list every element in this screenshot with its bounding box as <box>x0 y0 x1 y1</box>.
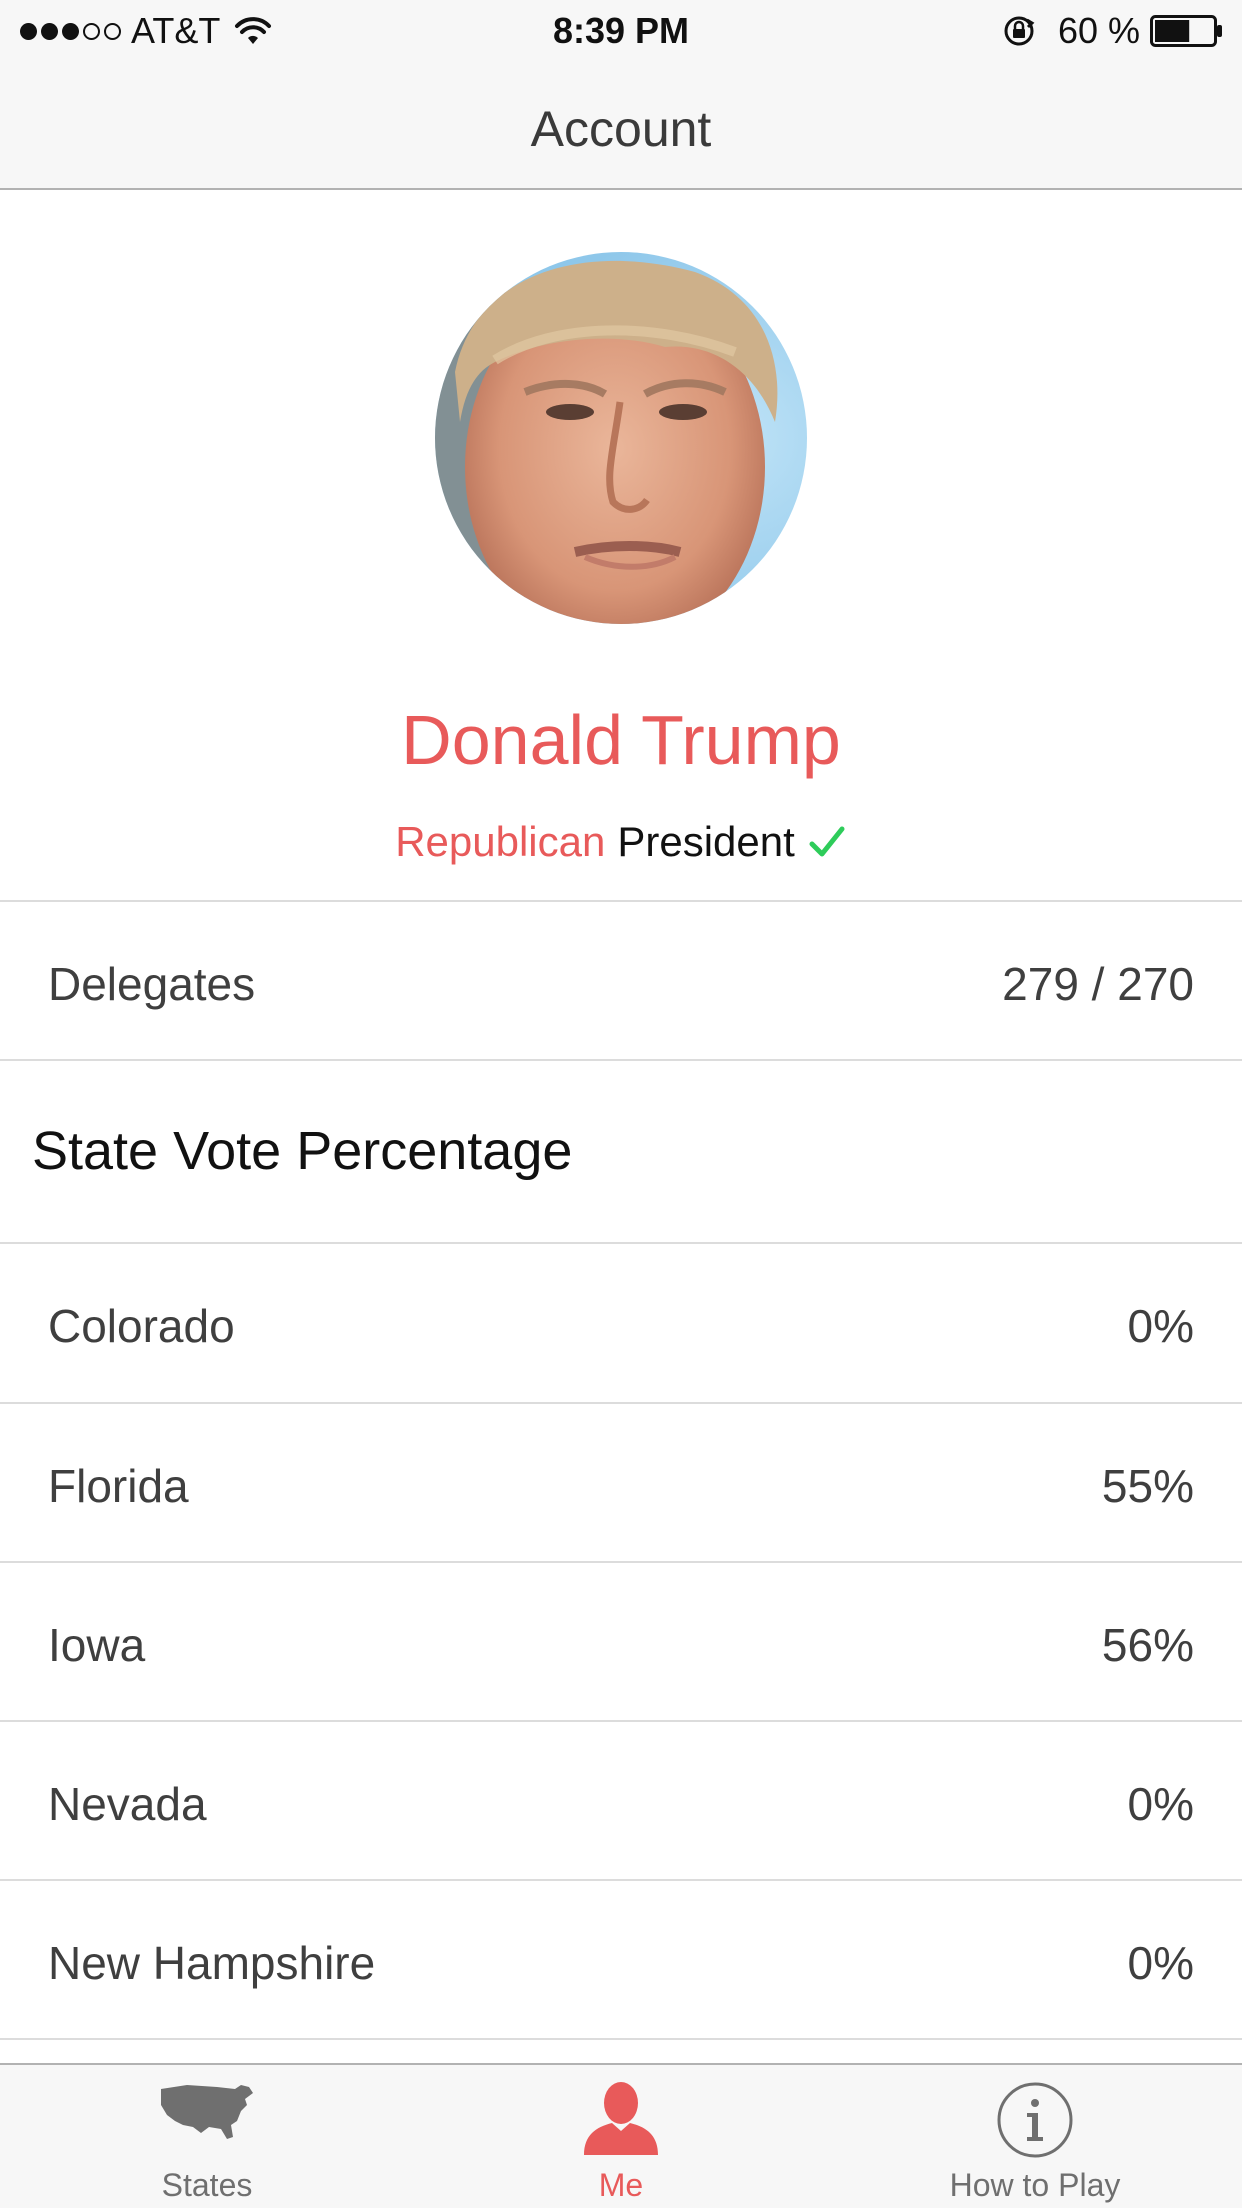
state-percent: 55% <box>1101 1460 1194 1512</box>
battery-icon <box>1150 15 1222 47</box>
rotation-lock-icon <box>1004 16 1035 46</box>
delegates-value: 279 / 270 <box>1002 958 1194 1010</box>
info-icon <box>997 2082 1073 2158</box>
state-row-iowa[interactable]: Iowa 56% <box>0 1563 1242 1721</box>
state-row-florida[interactable]: Florida 55% <box>0 1404 1242 1562</box>
state-row-colorado[interactable]: Colorado 0% <box>0 1244 1242 1402</box>
delegates-label: Delegates <box>48 958 256 1010</box>
state-name: Nevada <box>48 1778 207 1830</box>
tab-how-to-play[interactable]: How to Play <box>885 2065 1185 2210</box>
divider <box>0 2038 1242 2040</box>
avatar <box>435 252 807 624</box>
battery-percent: 60 % <box>1057 10 1140 51</box>
tab-label: States <box>161 2167 253 2203</box>
state-percent: 0% <box>1127 1778 1194 1830</box>
status-bar: AT&T 8:39 PM 60 % <box>0 0 1242 62</box>
state-name: Iowa <box>48 1619 146 1671</box>
state-name: New Hampshire <box>48 1937 376 1989</box>
office-label: President <box>617 818 795 865</box>
person-icon <box>584 2082 658 2155</box>
tab-label: How to Play <box>949 2167 1121 2203</box>
navigation-bar: Account <box>0 62 1242 190</box>
tab-label: Me <box>598 2167 644 2203</box>
state-name: Florida <box>48 1460 189 1512</box>
checkmark-icon <box>809 826 845 857</box>
party-label: Republican <box>395 818 606 865</box>
state-percent: 56% <box>1101 1619 1194 1671</box>
state-percent: 0% <box>1127 1937 1194 1989</box>
divider <box>0 1059 1242 1061</box>
state-percent: 0% <box>1127 1300 1194 1352</box>
profile-subtitle: Republican President <box>0 818 1242 866</box>
tab-bar: States Me How to Play <box>0 2063 1242 2208</box>
section-title: State Vote Percentage <box>32 1121 573 1181</box>
profile-photo <box>435 252 807 624</box>
status-right: 60 % <box>1002 10 1224 52</box>
delegates-row: Delegates 279 / 270 <box>0 902 1242 1060</box>
tab-states[interactable]: States <box>57 2065 357 2210</box>
tab-me[interactable]: Me <box>471 2065 771 2210</box>
page-title: Account <box>530 101 712 157</box>
state-row-nevada[interactable]: Nevada 0% <box>0 1722 1242 1880</box>
state-row-new-hampshire[interactable]: New Hampshire 0% <box>0 1881 1242 2039</box>
state-name: Colorado <box>48 1300 235 1352</box>
profile-name: Donald Trump <box>401 701 841 779</box>
us-map-icon <box>161 2085 253 2139</box>
